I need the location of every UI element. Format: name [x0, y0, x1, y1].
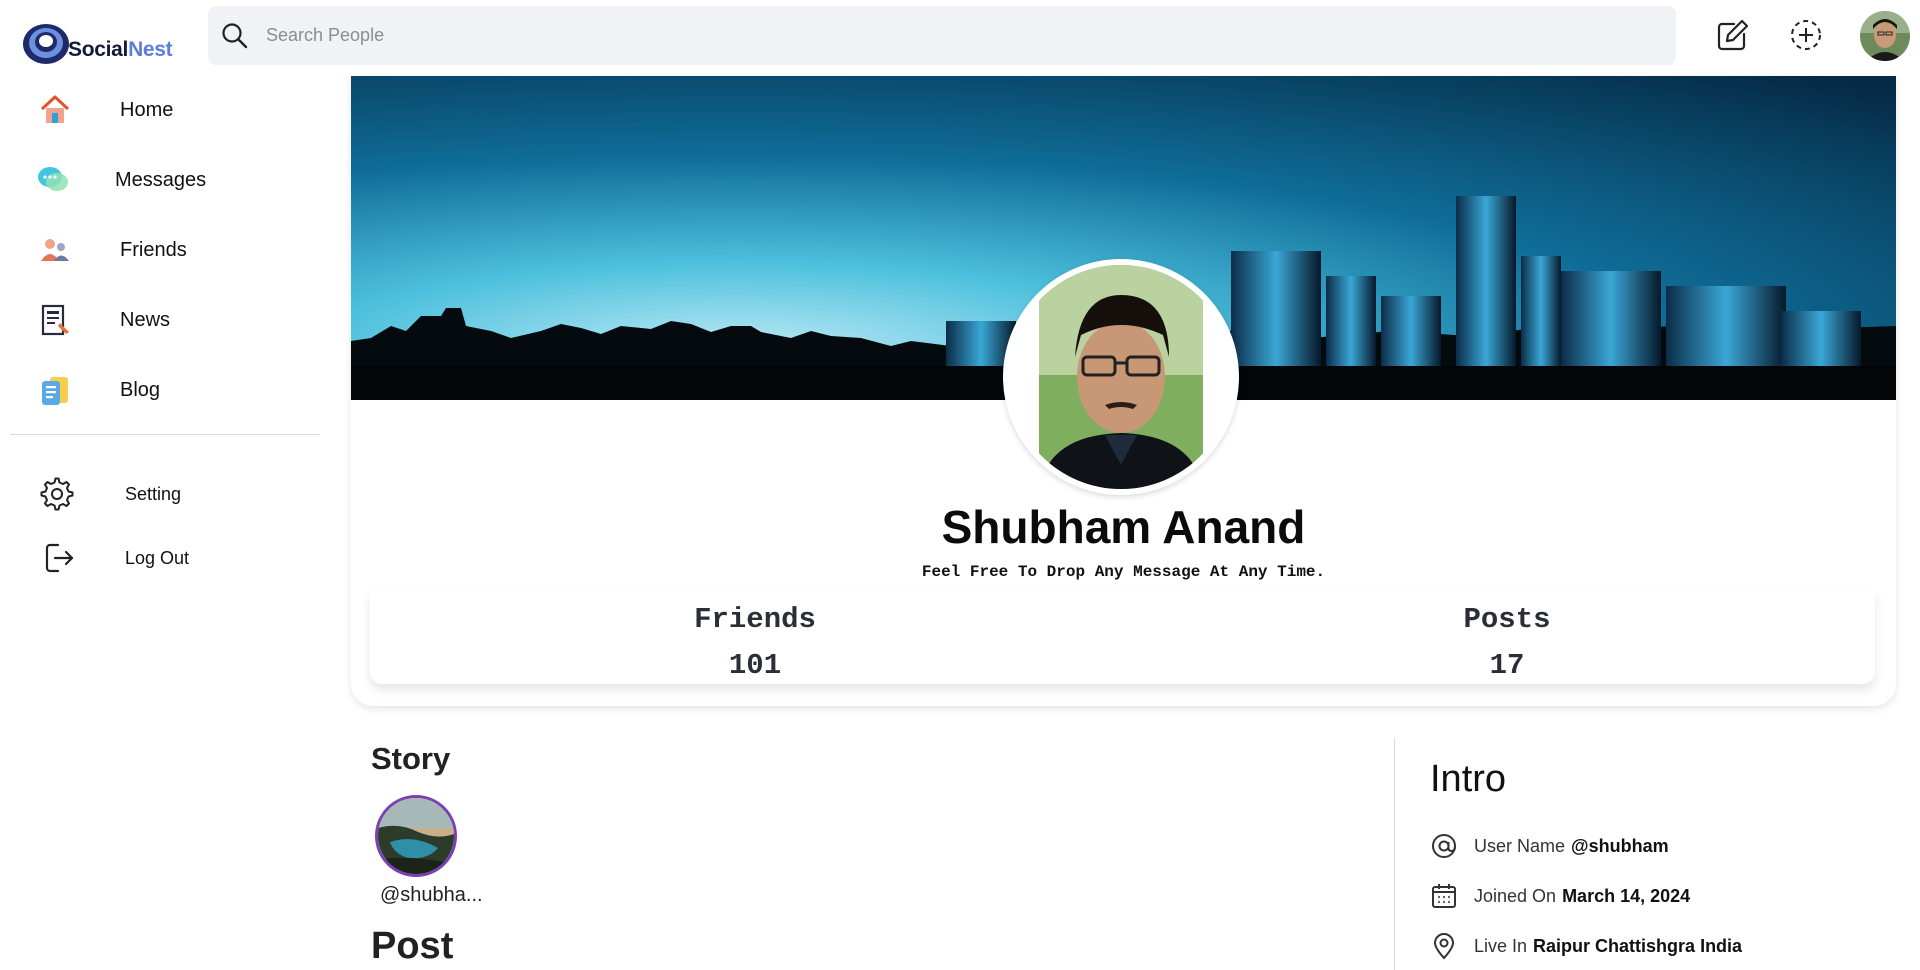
intro-location-row: Live In Raipur Chattishgra India — [1430, 932, 1742, 960]
posts-stat-value: 17 — [1489, 649, 1525, 682]
at-sign-icon — [1432, 834, 1456, 858]
edit-button[interactable] — [1714, 16, 1752, 54]
avatar-image — [1860, 11, 1910, 61]
app-logo[interactable]: SocialNest — [22, 16, 182, 66]
home-icon — [40, 95, 70, 123]
friends-stat[interactable]: Friends 101 — [605, 591, 905, 682]
gear-icon — [40, 477, 74, 511]
posts-stat[interactable]: Posts 17 — [1357, 591, 1657, 682]
username-label: User Name — [1474, 835, 1566, 856]
profile-name: Shubham Anand — [941, 501, 1306, 553]
news-icon — [41, 304, 69, 336]
sidebar-item-blog[interactable]: Blog — [0, 360, 320, 420]
sidebar-item-friends[interactable]: Friends — [0, 220, 320, 280]
sidebar-item-label: Setting — [125, 483, 182, 504]
sidebar-item-label: Messages — [115, 168, 207, 191]
friends-icon — [41, 239, 69, 261]
sidebar-item-home[interactable]: Home — [0, 80, 320, 140]
profile-photo-image — [1009, 265, 1233, 489]
logo-icon — [23, 24, 69, 64]
intro-heading: Intro — [1430, 758, 1507, 800]
friends-stat-label: Friends — [694, 603, 816, 636]
joined-label: Joined On — [1474, 885, 1557, 906]
user-avatar[interactable] — [1860, 11, 1910, 61]
sidebar-item-label: Log Out — [125, 547, 190, 568]
sidebar-item-label: Home — [120, 98, 174, 121]
intro-divider — [1394, 738, 1395, 970]
sidebar-item-label: News — [120, 308, 171, 331]
posts-stat-label: Posts — [1463, 603, 1551, 636]
search-icon — [222, 22, 248, 48]
search-input[interactable] — [266, 25, 1566, 46]
add-story-button[interactable] — [1787, 16, 1825, 54]
search-bar[interactable] — [208, 6, 1676, 65]
messages-icon — [38, 167, 68, 191]
profile-picture[interactable] — [1003, 259, 1239, 495]
location-pin-icon — [1433, 933, 1455, 960]
sidebar-item-label: Friends — [120, 238, 187, 261]
story-heading: Story — [371, 741, 451, 776]
profile-stats: Friends 101 Posts 17 — [370, 591, 1875, 684]
calendar-icon — [1432, 884, 1456, 908]
story-item[interactable] — [375, 795, 457, 877]
edit-icon — [1717, 19, 1749, 51]
sidebar-divider — [10, 434, 320, 435]
story-username: @shubha... — [380, 884, 483, 906]
add-story-icon — [1791, 20, 1821, 50]
location-value: Raipur Chattishgra India — [1533, 935, 1743, 956]
sidebar-item-logout[interactable]: Log Out — [0, 528, 320, 588]
profile-card: Shubham Anand Feel Free To Drop Any Mess… — [351, 76, 1896, 706]
location-label: Live In — [1474, 935, 1528, 956]
story-thumbnail-image — [378, 798, 454, 874]
sidebar-item-setting[interactable]: Setting — [0, 464, 320, 524]
logout-icon — [45, 543, 74, 573]
intro-joined-row: Joined On March 14, 2024 — [1430, 882, 1690, 910]
profile-bio: Feel Free To Drop Any Message At Any Tim… — [921, 563, 1326, 581]
brand-name: SocialNest — [68, 38, 173, 61]
post-heading: Post — [371, 925, 454, 967]
joined-value: March 14, 2024 — [1562, 885, 1691, 906]
sidebar-item-label: Blog — [120, 378, 161, 401]
friends-stat-value: 101 — [728, 649, 782, 682]
intro-username-row: User Name @shubham — [1430, 832, 1669, 860]
sidebar-item-news[interactable]: News — [0, 290, 320, 350]
sidebar-item-messages[interactable]: Messages — [0, 150, 320, 210]
blog-icon — [42, 377, 68, 405]
username-value: @shubham — [1571, 835, 1669, 856]
